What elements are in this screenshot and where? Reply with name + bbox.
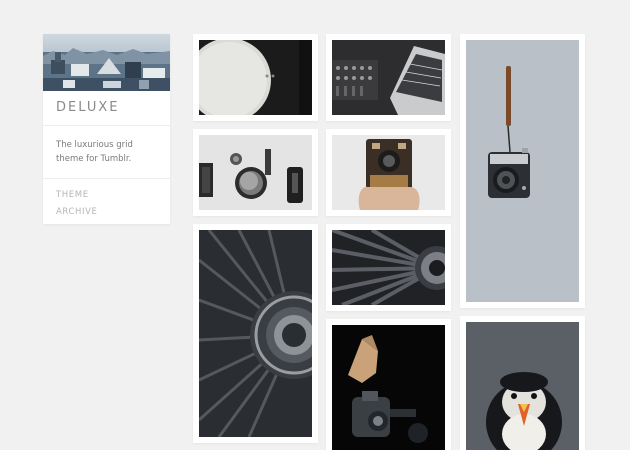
photo-post-camera-strap[interactable] <box>460 34 585 308</box>
audio-mixer-and-laptop-photo <box>332 40 445 115</box>
nav-link-archive[interactable]: ARCHIVE <box>56 204 157 221</box>
photo-post-turntable[interactable] <box>193 34 318 121</box>
header-image[interactable] <box>43 34 170 91</box>
turntable-photo <box>199 40 312 115</box>
puffin-photo <box>466 322 579 450</box>
vintage-dials-photo <box>199 135 312 210</box>
photo-post-mixer[interactable] <box>326 34 451 121</box>
turbine-closeup-photo <box>332 230 445 305</box>
photo-post-turbine-closeup[interactable] <box>326 224 451 311</box>
photo-post-turbine[interactable] <box>193 224 318 443</box>
blog-nav: THEME ARCHIVE <box>43 179 170 229</box>
photo-post-butterfly[interactable] <box>326 319 451 450</box>
butterfly-on-camera-photo <box>332 325 445 450</box>
photo-post-dials[interactable] <box>193 129 318 216</box>
nav-link-theme[interactable]: THEME <box>56 187 157 204</box>
photo-post-box-camera[interactable] <box>326 129 451 216</box>
box-camera-in-hand-photo <box>332 135 445 210</box>
blog-sidebar: DELUXE The luxurious grid theme for Tumb… <box>43 34 170 224</box>
blog-title[interactable]: DELUXE <box>43 91 170 125</box>
photo-post-puffin[interactable] <box>460 316 585 450</box>
camera-with-leather-strap-photo <box>466 40 579 302</box>
jet-turbine-photo <box>199 230 312 437</box>
blog-description: The luxurious grid theme for Tumblr. <box>56 140 133 164</box>
